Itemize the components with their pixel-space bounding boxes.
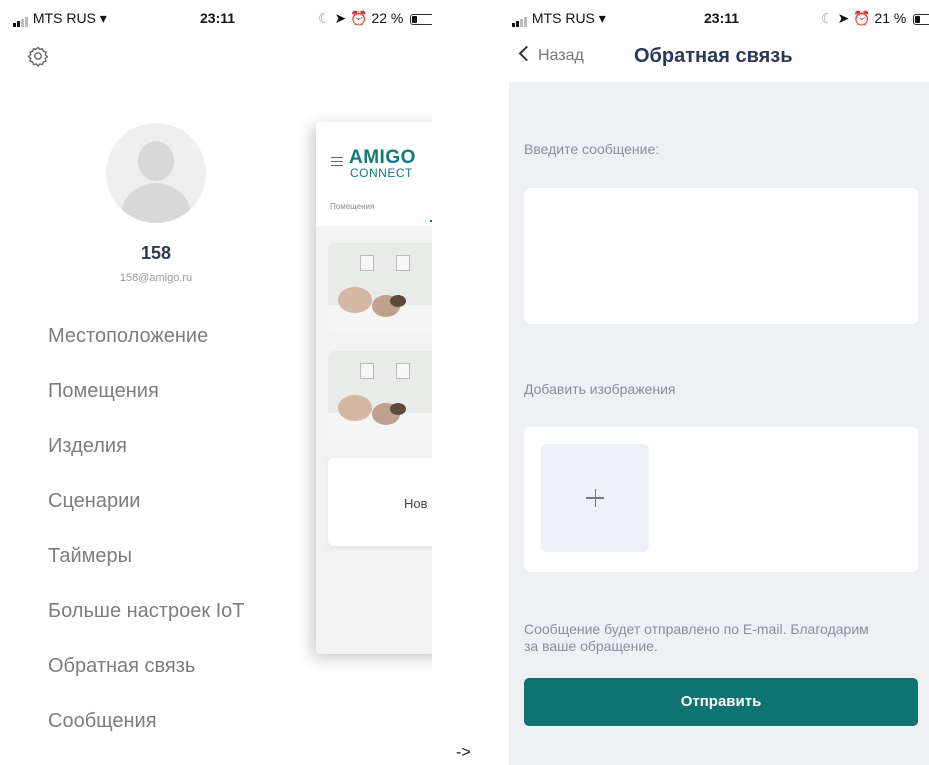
battery-icon bbox=[410, 13, 432, 25]
moon-icon: ☾ bbox=[821, 10, 834, 26]
preview-header: AMIGO CONNECT Помещения bbox=[316, 122, 432, 226]
signal-icon bbox=[512, 11, 528, 28]
battery-percent: 22 % bbox=[371, 10, 404, 26]
avatar[interactable] bbox=[106, 123, 206, 223]
new-room-card: Нов bbox=[328, 458, 432, 546]
menu-item-rooms[interactable]: Помещения bbox=[48, 374, 245, 429]
menu-item-scenarios[interactable]: Сценарии bbox=[48, 484, 245, 539]
avatar-body bbox=[120, 183, 192, 223]
page-title: Обратная связь bbox=[634, 45, 793, 67]
message-label: Введите сообщение: bbox=[524, 141, 660, 157]
wifi-icon: ▾ bbox=[99, 10, 107, 26]
battery-percent: 21 % bbox=[874, 10, 907, 26]
feedback-screen: MTS RUS ▾ 23:11 ☾ ➤ ⏰ 21 % Назад Обратна… bbox=[509, 0, 929, 765]
side-menu: Местоположение Помещения Изделия Сценари… bbox=[48, 319, 245, 759]
room-card-image bbox=[328, 351, 432, 441]
battery-icon bbox=[913, 13, 929, 25]
signal-icon bbox=[13, 11, 29, 28]
user-name: 158 bbox=[140, 243, 172, 263]
message-input[interactable] bbox=[524, 188, 918, 324]
moon-icon: ☾ bbox=[318, 10, 331, 26]
wifi-icon: ▾ bbox=[598, 10, 606, 26]
tab-indicator bbox=[430, 220, 432, 222]
back-button[interactable]: Назад bbox=[518, 45, 584, 65]
menu-item-products[interactable]: Изделия bbox=[48, 429, 245, 484]
status-time: 23:11 bbox=[200, 10, 236, 26]
preview-tab-rooms: Помещения bbox=[330, 202, 375, 211]
send-button[interactable]: Отправить bbox=[524, 678, 918, 726]
status-time: 23:11 bbox=[704, 10, 740, 26]
transition-arrow: -> bbox=[456, 744, 471, 761]
menu-item-location[interactable]: Местоположение bbox=[48, 319, 245, 374]
carrier-name: MTS RUS bbox=[531, 10, 595, 26]
carrier: MTS RUS ▾ bbox=[512, 10, 606, 28]
status-right: ☾ ➤ ⏰ 21 % bbox=[821, 10, 929, 27]
hamburger-icon bbox=[331, 157, 343, 169]
new-card-label: Нов bbox=[404, 496, 428, 511]
main-screen-preview[interactable]: AMIGO CONNECT Помещения Нов bbox=[316, 122, 432, 654]
status-right: ☾ ➤ ⏰ 22 % bbox=[318, 10, 432, 27]
menu-item-timers[interactable]: Таймеры bbox=[48, 539, 245, 594]
images-label: Добавить изображения bbox=[524, 381, 676, 397]
location-icon: ➤ bbox=[334, 10, 347, 26]
menu-item-feedback[interactable]: Обратная связь bbox=[48, 649, 245, 704]
menu-screen: MTS RUS ▾ 23:11 ☾ ➤ ⏰ 22 % 158 158@amigo… bbox=[0, 0, 432, 765]
location-icon: ➤ bbox=[837, 10, 850, 26]
alarm-icon: ⏰ bbox=[350, 10, 368, 26]
gear-icon[interactable] bbox=[27, 45, 49, 67]
nav-bar: MTS RUS ▾ 23:11 ☾ ➤ ⏰ 21 % Назад Обратна… bbox=[509, 0, 929, 82]
room-card-image bbox=[328, 243, 432, 333]
status-bar: MTS RUS ▾ 23:11 ☾ ➤ ⏰ 22 % bbox=[0, 0, 432, 34]
add-image-button[interactable] bbox=[541, 444, 649, 552]
menu-item-iot-settings[interactable]: Больше настроек IoT bbox=[48, 594, 245, 649]
brand-logo-line2: CONNECT bbox=[350, 166, 413, 180]
user-email: 158@amigo.ru bbox=[119, 272, 193, 284]
menu-item-messages[interactable]: Сообщения bbox=[48, 704, 245, 759]
carrier-name: MTS RUS bbox=[32, 10, 96, 26]
avatar-head bbox=[138, 141, 174, 181]
chevron-left-icon bbox=[518, 45, 535, 62]
alarm-icon: ⏰ bbox=[853, 10, 871, 26]
email-note: Сообщение будет отправлено по E-mail. Бл… bbox=[524, 621, 869, 654]
back-label: Назад bbox=[538, 47, 584, 64]
status-bar: MTS RUS ▾ 23:11 ☾ ➤ ⏰ 21 % bbox=[509, 0, 929, 34]
carrier: MTS RUS ▾ bbox=[13, 10, 107, 28]
images-panel bbox=[524, 427, 918, 572]
